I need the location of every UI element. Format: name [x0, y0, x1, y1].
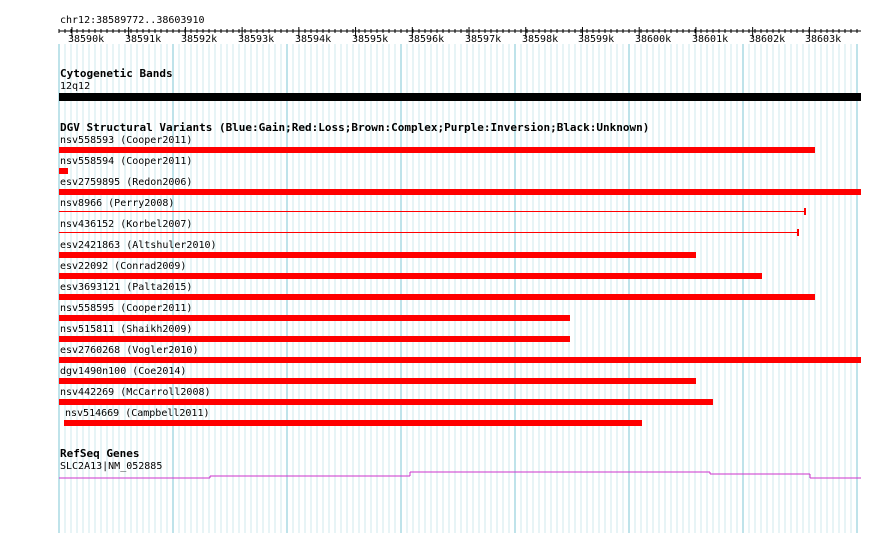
dgv-variant-label: nsv442269 (McCarroll2008): [60, 387, 211, 398]
dgv-variant-bar[interactable]: [64, 420, 642, 426]
refseq-track-title: RefSeq Genes: [60, 447, 140, 460]
dgv-variant-label: esv2760268 (Vogler2010): [60, 345, 199, 356]
ruler-tick-label: 38601k: [692, 34, 729, 45]
dgv-variant-end-cap: [797, 229, 799, 236]
dgv-variant-bar[interactable]: [59, 168, 68, 174]
dgv-variant-label: nsv515811 (Shaikh2009): [60, 324, 193, 335]
dgv-variant-bar[interactable]: [59, 189, 861, 195]
dgv-variant-bar[interactable]: [59, 147, 815, 153]
dgv-track-title: DGV Structural Variants (Blue:Gain;Red:L…: [60, 121, 650, 134]
ruler-tick-label: 38597k: [465, 34, 502, 45]
cytoband-bar[interactable]: [59, 93, 861, 101]
dgv-variant-line[interactable]: [59, 232, 797, 233]
ruler-tick-label: 38591k: [125, 34, 162, 45]
dgv-variant-label: esv2421863 (Altshuler2010): [60, 240, 217, 251]
ruler-tick-label: 38592k: [181, 34, 218, 45]
dgv-variant-label: nsv558595 (Cooper2011): [60, 303, 193, 314]
ruler-tick-label: 38593k: [238, 34, 275, 45]
ruler-tick-label: 38602k: [749, 34, 786, 45]
dgv-variant-end-cap: [804, 208, 806, 215]
dgv-variant-bar[interactable]: [59, 357, 861, 363]
ruler-tick-label: 38600k: [635, 34, 672, 45]
dgv-variant-bar[interactable]: [59, 336, 570, 342]
gene-model[interactable]: [0, 466, 890, 486]
ruler-tick-label: 38590k: [68, 34, 105, 45]
dgv-variant-label: nsv558593 (Cooper2011): [60, 135, 193, 146]
dgv-variant-label: nsv8966 (Perry2008): [60, 198, 175, 209]
dgv-variant-label: dgv1490n100 (Coe2014): [60, 366, 187, 377]
dgv-variant-label: nsv436152 (Korbel2007): [60, 219, 193, 230]
ruler-tick-label: 38603k: [805, 34, 842, 45]
ruler-tick-label: 38598k: [522, 34, 559, 45]
genome-browser-panel: chr12:38589772..38603910 38590k 38591k 385…: [0, 0, 890, 533]
dgv-variant-bar[interactable]: [59, 399, 713, 405]
dgv-variant-bar[interactable]: [59, 378, 696, 384]
ruler-tick-label: 38596k: [408, 34, 445, 45]
cytobands-track-title: Cytogenetic Bands: [60, 67, 173, 80]
ruler-tick-label: 38595k: [352, 34, 389, 45]
dgv-variant-bar[interactable]: [59, 315, 570, 321]
dgv-variant-bar[interactable]: [59, 294, 815, 300]
dgv-variant-label: esv2759895 (Redon2006): [60, 177, 193, 188]
ruler-tick-label: 38599k: [578, 34, 615, 45]
dgv-variant-label: esv22092 (Conrad2009): [60, 261, 187, 272]
dgv-variant-label: nsv558594 (Cooper2011): [60, 156, 193, 167]
dgv-variant-line[interactable]: [59, 211, 804, 212]
dgv-variant-bar[interactable]: [59, 252, 696, 258]
dgv-variant-bar[interactable]: [59, 273, 762, 279]
cytoband-name: 12q12: [60, 81, 91, 92]
ruler-tick-label: 38594k: [295, 34, 332, 45]
dgv-variant-label: esv3693121 (Palta2015): [60, 282, 193, 293]
dgv-variant-label: nsv514669 (Campbell2011): [65, 408, 210, 419]
